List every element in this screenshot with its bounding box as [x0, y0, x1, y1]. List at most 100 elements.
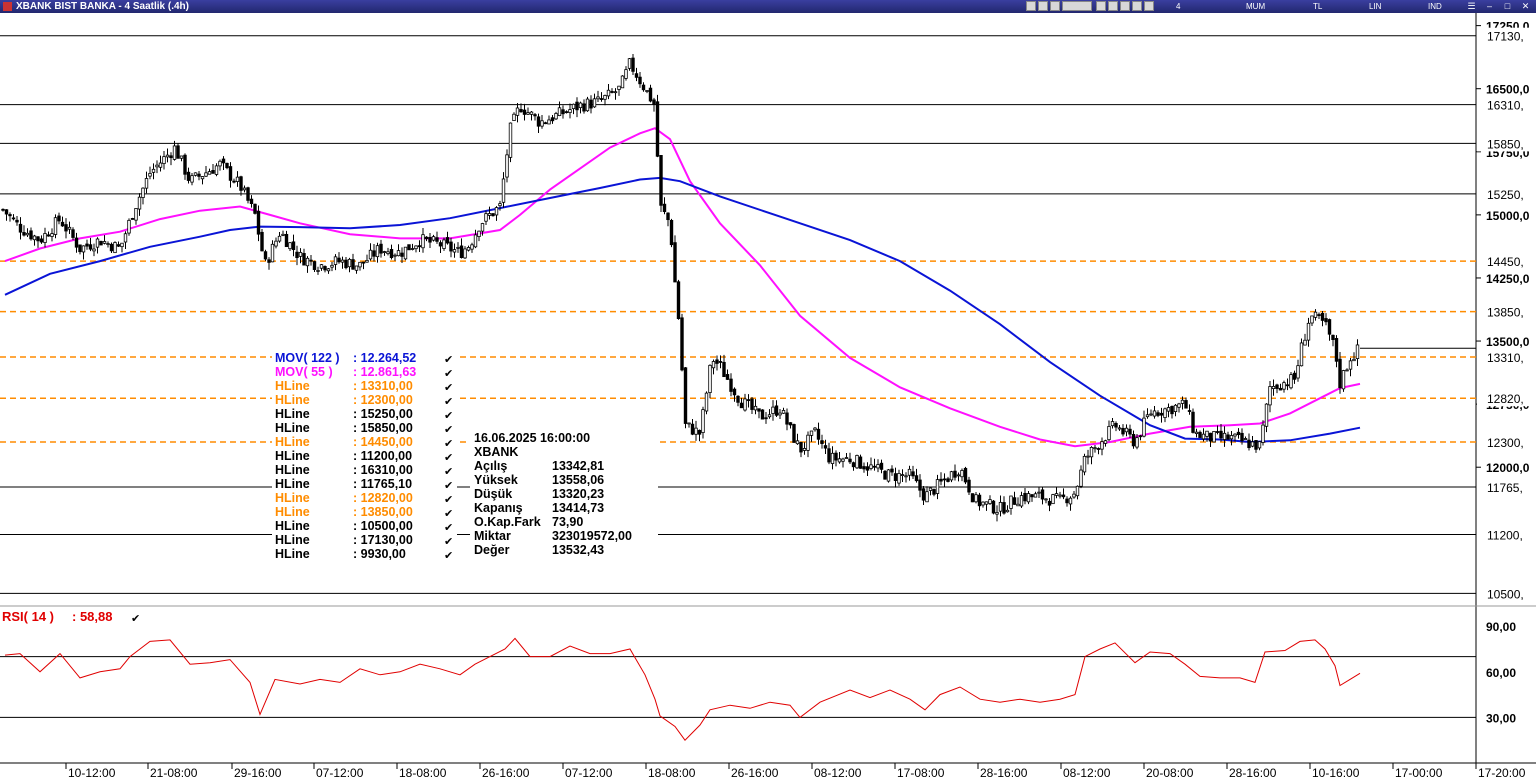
legend-check-icon[interactable]: ✔: [444, 508, 453, 520]
candle-body: [596, 96, 600, 100]
candle-body: [263, 251, 268, 260]
candle-body: [260, 231, 264, 252]
legend-check-icon[interactable]: ✔: [444, 452, 453, 464]
toolbar-btn-5[interactable]: [1096, 1, 1106, 11]
legend-check-icon[interactable]: ✔: [444, 480, 453, 492]
candle-body: [1334, 338, 1339, 362]
indicator-selector[interactable]: IND: [1428, 1, 1442, 12]
time-ticks: 10-12:00 21-08:00 29-16:00 07-12:00 18-08:00…: [65, 763, 1526, 780]
legend-check-icon[interactable]: ✔: [444, 494, 453, 506]
candle-body: [1275, 384, 1279, 389]
candle-body: [298, 252, 303, 257]
candle-body: [1222, 432, 1227, 440]
scale-selector[interactable]: LIN: [1369, 1, 1381, 12]
hline-label: 10500,: [1487, 587, 1524, 601]
toolbar-btn-7[interactable]: [1120, 1, 1130, 11]
candle-body: [1292, 372, 1297, 380]
toolbar-btn-4[interactable]: [1062, 1, 1092, 11]
candle-body: [529, 111, 534, 115]
candle-body: [575, 101, 579, 111]
candle-body: [400, 252, 404, 257]
legend-value: : 12.861,63: [353, 365, 416, 379]
candle-body: [1005, 509, 1010, 513]
candle-body: [564, 111, 569, 114]
legend-name: HLine: [275, 547, 310, 561]
candle-body: [1012, 497, 1017, 505]
candle-body: [78, 244, 82, 253]
candle-body: [515, 107, 520, 116]
toolbar-btn-8[interactable]: [1132, 1, 1142, 11]
candle-body: [435, 237, 439, 242]
candle-body: [1009, 495, 1013, 509]
candle-body: [806, 434, 810, 451]
toolbar-btn-2[interactable]: [1038, 1, 1048, 11]
candle-body: [218, 160, 222, 167]
legend-name: HLine: [275, 477, 310, 491]
candle-body: [988, 499, 992, 504]
legend-check-icon[interactable]: ✔: [444, 368, 453, 380]
legend-check-icon[interactable]: ✔: [444, 410, 453, 422]
minimize-icon[interactable]: –: [1484, 1, 1495, 11]
candle-body: [638, 76, 642, 85]
legend-check-icon[interactable]: ✔: [444, 466, 453, 478]
candle-body: [876, 464, 880, 469]
legend-check-icon[interactable]: ✔: [444, 382, 453, 394]
time-tick-label: 07-12:00: [565, 766, 613, 780]
candle-body: [893, 473, 898, 481]
candle-body: [1296, 365, 1300, 379]
candle-body: [207, 171, 212, 175]
close-icon[interactable]: ✕: [1520, 1, 1531, 11]
hline-label: 12820,: [1487, 392, 1524, 406]
candle-body: [844, 457, 849, 459]
candle-body: [442, 239, 446, 249]
maximize-icon[interactable]: □: [1502, 1, 1513, 11]
toolbar-btn-9[interactable]: [1144, 1, 1154, 11]
candle-body: [718, 361, 723, 363]
legend-check-icon[interactable]: ✔: [444, 522, 453, 534]
candle-body: [169, 155, 173, 159]
candle-body: [942, 478, 947, 481]
candle-body: [1268, 386, 1272, 406]
candle-body: [680, 317, 684, 371]
candle-body: [1086, 455, 1090, 458]
legend-check-icon[interactable]: ✔: [444, 550, 453, 562]
legend-check-icon[interactable]: ✔: [444, 536, 453, 548]
candle-body: [470, 244, 474, 250]
toolbar-btn-3[interactable]: [1050, 1, 1060, 11]
menu-icon[interactable]: ☰: [1466, 1, 1477, 11]
candle-body: [312, 261, 317, 270]
candle-body: [190, 175, 194, 183]
legend-check-icon[interactable]: ✔: [444, 354, 453, 366]
legend-value: : 13850,00: [353, 505, 413, 519]
legend-check-icon[interactable]: ✔: [444, 438, 453, 450]
candle-body: [449, 241, 453, 252]
candle-body: [662, 203, 667, 213]
candle-body: [977, 494, 982, 507]
toolbar-btn-1[interactable]: [1026, 1, 1036, 11]
rsi-check-icon[interactable]: ✔: [131, 613, 140, 625]
legend-value: : 10500,00: [353, 519, 413, 533]
candle-body: [1121, 428, 1125, 435]
time-tick-label: 26-16:00: [731, 766, 779, 780]
price-tick-label: 12000,0: [1486, 461, 1530, 475]
candle-body: [18, 223, 23, 233]
candle-body: [1236, 431, 1241, 436]
candle-body: [361, 261, 366, 264]
candle-body: [347, 258, 352, 268]
candle-body: [1044, 498, 1048, 501]
ma122-line: [4, 176, 1361, 444]
chart-type-selector[interactable]: MUM: [1246, 1, 1265, 12]
currency-selector[interactable]: TL: [1313, 1, 1322, 12]
candle-body: [1149, 413, 1153, 416]
candle-body: [1026, 493, 1031, 503]
candle-body: [1138, 435, 1143, 438]
toolbar-btn-6[interactable]: [1108, 1, 1118, 11]
legend-check-icon[interactable]: ✔: [444, 396, 453, 408]
candle-body: [729, 378, 733, 392]
price-chart[interactable]: 17250,016500,015750,015000,014250,013500…: [0, 13, 1536, 780]
candle-body: [659, 155, 663, 206]
legend-name: MOV( 122 ): [275, 351, 340, 365]
candle-body: [316, 270, 320, 272]
legend-check-icon[interactable]: ✔: [444, 424, 453, 436]
candle-body: [634, 73, 639, 78]
